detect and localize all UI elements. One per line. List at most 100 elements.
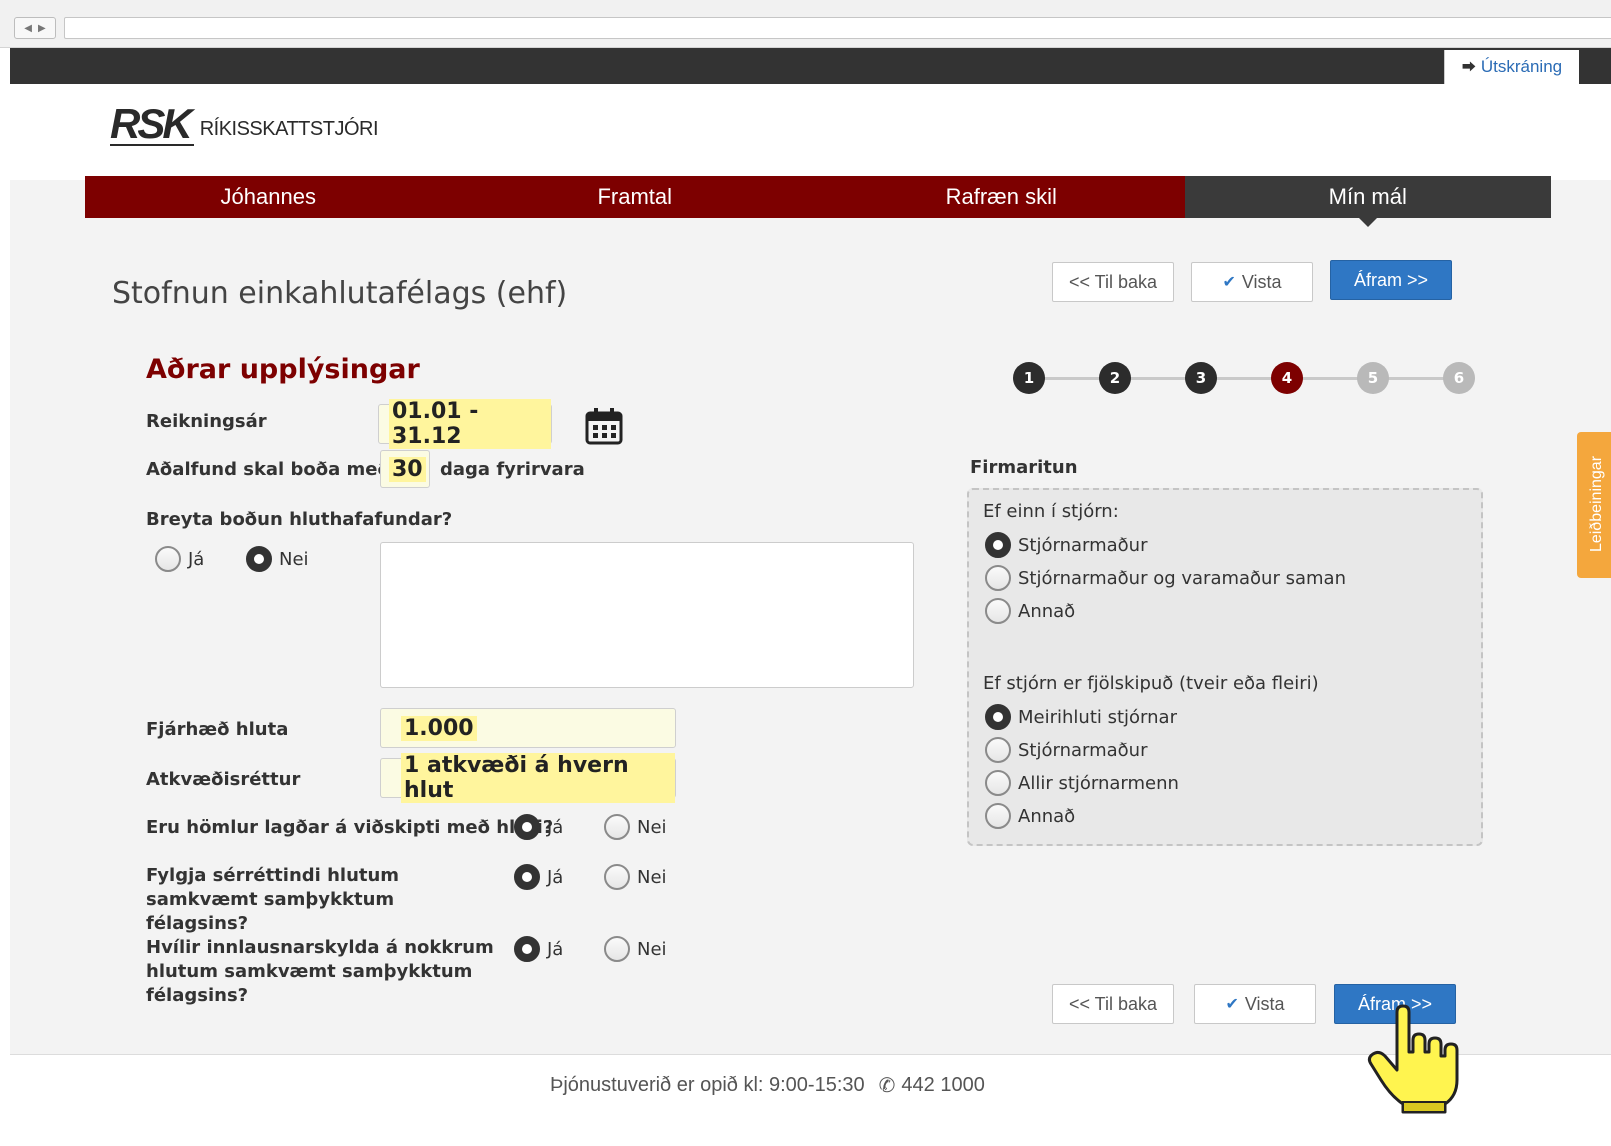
radio-button-on[interactable]	[985, 532, 1011, 558]
meeting-notice-value: 30	[389, 456, 426, 482]
single-option-2[interactable]: Stjórnarmaður og varamaður saman	[985, 565, 1346, 591]
voting-input[interactable]: 1 atkvæði á hvern hlut	[380, 753, 676, 803]
forward-arrow-icon[interactable]: ▶	[38, 23, 46, 34]
top-bar: ⮕ Útskráning	[10, 48, 1611, 84]
step-2[interactable]: 2	[1099, 362, 1131, 394]
multi-board-heading: Ef stjórn er fjölskipuð (tveir eða fleir…	[983, 673, 1319, 694]
logo-mark: RSK	[110, 103, 194, 146]
step-indicator: 1 2 3 4 5 6	[1013, 360, 1483, 396]
back-button-top[interactable]: << Til baka	[1052, 262, 1174, 302]
redemption-yes-radio[interactable]: Já	[514, 936, 563, 962]
phone-contact[interactable]: ✆ 442 1000	[879, 1073, 985, 1098]
privileges-label: Fylgja sérréttindi hlutum samkvæmt samþy…	[146, 865, 400, 934]
help-side-tab-label: Leiðbeiningar	[1588, 455, 1605, 553]
logo-name: RÍKISSKATTSTJÓRI	[199, 118, 379, 140]
firmaritun-label: Firmaritun	[970, 457, 1078, 478]
multi-option-2-label: Stjórnarmaður	[1018, 739, 1148, 761]
checkmark-icon: ✔	[1225, 996, 1239, 1013]
nav-tab-rafraen-skil[interactable]: Rafræn skil	[818, 176, 1185, 218]
radio-button-off[interactable]	[985, 598, 1011, 624]
nav-tab-min-mal[interactable]: Mín mál	[1184, 176, 1551, 227]
step-1[interactable]: 1	[1013, 362, 1045, 394]
radio-button-off[interactable]	[985, 565, 1011, 591]
browser-chrome: ◀ ▶	[0, 0, 1611, 48]
back-button-bottom[interactable]: << Til baka	[1052, 984, 1174, 1024]
single-option-3-label: Annað	[1018, 600, 1076, 622]
radio-button-off[interactable]	[985, 803, 1011, 829]
radio-button-on[interactable]	[514, 814, 540, 840]
footer-info: Þjónustuverið er opið kl: 9:00-15:30 ✆ 4…	[550, 1073, 985, 1098]
meeting-notice-input[interactable]: 30	[380, 450, 430, 488]
radio-button-off[interactable]	[985, 770, 1011, 796]
browser-nav-buttons[interactable]: ◀ ▶	[14, 17, 56, 39]
change-notice-label: Breyta boðun hluthafafundar?	[146, 509, 453, 530]
multi-option-3[interactable]: Allir stjórnarmenn	[985, 770, 1179, 796]
nav-tab-framtal[interactable]: Framtal	[451, 176, 818, 218]
radio-button-on[interactable]	[514, 936, 540, 962]
rsk-logo[interactable]: RSK RÍKISSKATTSTJÓRI	[110, 103, 379, 146]
save-button-label: Vista	[1241, 271, 1282, 292]
multi-option-1[interactable]: Meirihluti stjórnar	[985, 704, 1177, 730]
radio-button-on[interactable]	[985, 704, 1011, 730]
share-amount-value: 1.000	[401, 715, 477, 741]
multi-option-4[interactable]: Annað	[985, 803, 1075, 829]
radio-label-yes: Já	[547, 816, 564, 838]
step-3[interactable]: 3	[1185, 362, 1217, 394]
radio-button-on[interactable]	[514, 864, 540, 890]
radio-button-off[interactable]	[155, 546, 181, 572]
radio-label-no: Nei	[637, 816, 667, 838]
save-button-bottom[interactable]: ✔ Vista	[1194, 984, 1316, 1024]
single-board-heading: Ef einn í stjórn:	[983, 501, 1119, 522]
radio-label-no: Nei	[637, 866, 667, 888]
logout-link[interactable]: ⮕ Útskráning	[1444, 50, 1579, 84]
step-6: 6	[1443, 362, 1475, 394]
logout-label: Útskráning	[1480, 57, 1563, 76]
save-button-label: Vista	[1244, 993, 1285, 1014]
radio-button-on[interactable]	[246, 546, 272, 572]
nav-tab-johannes[interactable]: Jóhannes	[85, 176, 452, 218]
single-option-1[interactable]: Stjórnarmaður	[985, 532, 1148, 558]
radio-button-off[interactable]	[604, 864, 630, 890]
multi-option-2[interactable]: Stjórnarmaður	[985, 737, 1148, 763]
page: RSK RÍKISSKATTSTJÓRI Jóhannes Framtal Ra…	[10, 84, 1611, 1146]
page-title: Stofnun einkahlutafélags (ehf)	[112, 276, 568, 311]
change-notice-no-radio[interactable]: Nei	[246, 546, 309, 572]
single-option-3[interactable]: Annað	[985, 598, 1075, 624]
share-amount-input[interactable]: 1.000	[380, 708, 676, 748]
single-option-2-label: Stjórnarmaður og varamaður saman	[1018, 567, 1346, 589]
radio-label-yes: Já	[547, 938, 564, 960]
radio-button-off[interactable]	[985, 737, 1011, 763]
step-5: 5	[1357, 362, 1389, 394]
restrictions-yes-radio[interactable]: Já	[514, 814, 563, 840]
calendar-icon[interactable]	[584, 406, 624, 446]
service-hours: Þjónustuverið er opið kl: 9:00-15:30	[550, 1074, 865, 1096]
privileges-yes-radio[interactable]: Já	[514, 864, 563, 890]
multi-option-4-label: Annað	[1018, 805, 1076, 827]
privileges-no-radio[interactable]: Nei	[604, 864, 667, 890]
radio-label-yes: Já	[547, 866, 564, 888]
radio-label-no: Nei	[279, 548, 309, 570]
address-bar[interactable]	[64, 17, 1611, 39]
voting-label: Atkvæðisréttur	[146, 769, 301, 790]
voting-value: 1 atkvæði á hvern hlut	[401, 753, 675, 803]
save-button-top[interactable]: ✔ Vista	[1191, 262, 1313, 302]
back-button-label: << Til baka	[1068, 271, 1158, 292]
fiscal-year-input[interactable]: 01.01 - 31.12	[378, 399, 552, 449]
redemption-no-radio[interactable]: Nei	[604, 936, 667, 962]
change-notice-yes-radio[interactable]: Já	[155, 546, 204, 572]
radio-button-off[interactable]	[604, 936, 630, 962]
meeting-notice-label: Aðalfund skal boða með	[146, 459, 390, 480]
meeting-notice-suffix: daga fyrirvara	[440, 459, 585, 480]
radio-button-off[interactable]	[604, 814, 630, 840]
notice-textarea[interactable]	[380, 542, 914, 688]
hand-pointer-icon	[1367, 1004, 1459, 1114]
step-4[interactable]: 4	[1271, 362, 1303, 394]
multi-option-3-label: Allir stjórnarmenn	[1018, 772, 1179, 794]
fiscal-year-label: Reikningsár	[146, 411, 267, 432]
next-button-top[interactable]: Áfram >>	[1330, 260, 1452, 300]
back-arrow-icon[interactable]: ◀	[24, 23, 32, 34]
restrictions-label: Eru hömlur lagðar á viðskipti með hluti?	[146, 817, 554, 838]
single-option-1-label: Stjórnarmaður	[1018, 534, 1148, 556]
restrictions-no-radio[interactable]: Nei	[604, 814, 667, 840]
help-side-tab[interactable]: Leiðbeiningar	[1577, 432, 1611, 578]
